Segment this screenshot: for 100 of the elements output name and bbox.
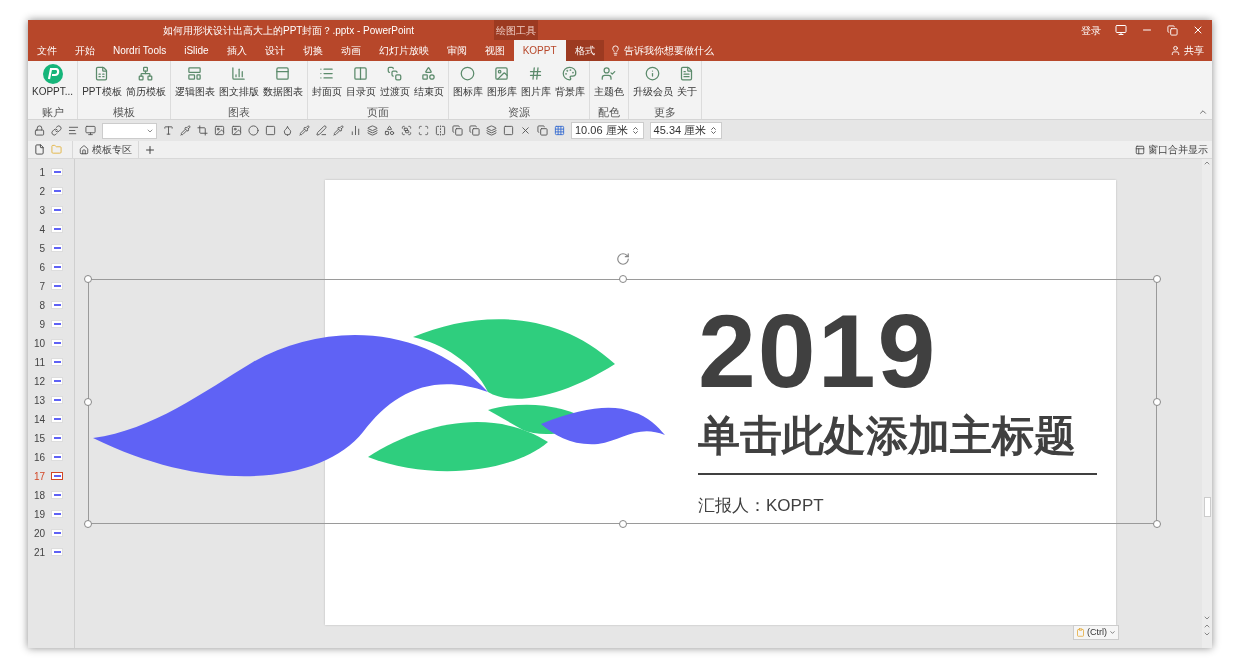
spinner-icon[interactable] <box>630 126 640 135</box>
toolbar-icon[interactable] <box>163 125 174 136</box>
ribbon-display-icon[interactable] <box>1115 24 1127 36</box>
toolbar-icon[interactable] <box>180 125 191 136</box>
ribbon-button[interactable]: 逻辑图表 <box>172 64 217 105</box>
slide-thumbnail-item[interactable]: 1 <box>28 165 74 179</box>
toolbar-icon[interactable] <box>85 125 96 136</box>
slide-thumbnail-item[interactable]: 21 <box>28 545 74 559</box>
scroll-up-icon[interactable] <box>1203 159 1211 167</box>
ribbon-tab[interactable]: iSlide <box>175 40 218 61</box>
share-button[interactable]: 共享 <box>1170 40 1204 61</box>
slide-thumbnail-item[interactable]: 8 <box>28 298 74 312</box>
previous-slide-icon[interactable] <box>1203 622 1211 630</box>
toolbar-icon[interactable] <box>435 125 446 136</box>
slide-thumbnail-item[interactable]: 13 <box>28 393 74 407</box>
ribbon-button[interactable]: 过渡页 <box>377 64 412 105</box>
slide-thumbnail-item[interactable]: 2 <box>28 184 74 198</box>
ribbon-tab[interactable]: 开始 <box>66 40 104 61</box>
ribbon-tab[interactable]: Nordri Tools <box>104 40 176 61</box>
ribbon-button[interactable]: 升级会员 <box>630 64 675 105</box>
slide-thumbnail-item[interactable]: 17 <box>28 469 74 483</box>
tell-me-field[interactable]: 告诉我你想要做什么 <box>609 40 714 61</box>
ribbon-button[interactable]: 背景库 <box>552 64 587 105</box>
slide-thumbnail-item[interactable]: 18 <box>28 488 74 502</box>
collapse-ribbon-icon[interactable] <box>1198 107 1208 117</box>
toolbar-icon[interactable] <box>299 125 310 136</box>
add-tab-icon[interactable] <box>144 143 156 156</box>
scroll-thumb[interactable] <box>1203 497 1211 517</box>
ribbon-button[interactable]: 数据图表 <box>260 64 305 105</box>
slide-thumbnail-item[interactable]: 7 <box>28 279 74 293</box>
slide-thumbnail-item[interactable]: 19 <box>28 507 74 521</box>
ribbon-button[interactable]: 简历模板 <box>123 64 168 105</box>
toolbar-icon[interactable] <box>231 125 242 136</box>
ribbon-button[interactable]: PPT模板 <box>80 64 124 105</box>
restore-icon[interactable] <box>1167 24 1178 36</box>
ribbon-button[interactable]: 图标库 <box>450 64 485 105</box>
toolbar-icon[interactable] <box>197 125 208 136</box>
ribbon-tab[interactable]: 幻灯片放映 <box>369 40 438 61</box>
template-tab[interactable]: 模板专区 <box>72 140 139 159</box>
width-field[interactable]: 45.34 厘米 <box>649 122 723 139</box>
slide-thumbnail-item[interactable]: 5 <box>28 241 74 255</box>
resize-handle[interactable] <box>1153 275 1161 283</box>
slide-thumbnail-item[interactable]: 20 <box>28 526 74 540</box>
height-field[interactable]: 10.06 厘米 <box>571 122 644 139</box>
merge-windows-button[interactable]: 窗口合并显示 <box>1135 142 1208 157</box>
ribbon-button[interactable]: 关于 <box>674 64 699 105</box>
ribbon-button[interactable]: 结束页 <box>411 64 446 105</box>
rotate-handle-icon[interactable] <box>616 252 630 266</box>
resize-handle[interactable] <box>619 520 627 528</box>
toolbar-icon[interactable] <box>401 125 412 136</box>
toolbar-icon[interactable] <box>248 125 259 136</box>
ribbon-tab[interactable]: 插入 <box>217 40 256 61</box>
sign-in-link[interactable]: 登录 <box>1081 22 1101 38</box>
ribbon-button[interactable]: 图形库 <box>484 64 519 105</box>
paste-options-button[interactable]: (Ctrl) <box>1073 625 1119 640</box>
toolbar-icon[interactable] <box>367 125 378 136</box>
toolbar-icon[interactable] <box>34 125 45 136</box>
toolbar-icon[interactable] <box>520 125 531 136</box>
scroll-down-icon[interactable] <box>1203 614 1211 622</box>
toolbar-icon[interactable] <box>68 125 79 136</box>
ribbon-tab[interactable]: 动画 <box>331 40 370 61</box>
resize-handle[interactable] <box>84 520 92 528</box>
ribbon-tab[interactable]: 文件 <box>28 40 66 61</box>
ribbon-button[interactable]: KOPPT... <box>30 64 76 105</box>
ribbon-tab[interactable]: 设计 <box>255 40 294 61</box>
resize-handle[interactable] <box>1153 520 1161 528</box>
ribbon-tab[interactable]: 格式 <box>565 40 604 61</box>
resize-handle[interactable] <box>619 275 627 283</box>
slide-thumbnail-item[interactable]: 11 <box>28 355 74 369</box>
ribbon-button[interactable]: 封面页 <box>309 64 344 105</box>
slide-thumbnail-item[interactable]: 9 <box>28 317 74 331</box>
toolbar-icon[interactable] <box>418 125 429 136</box>
ribbon-tab[interactable]: 切换 <box>293 40 332 61</box>
next-slide-icon[interactable] <box>1203 630 1211 638</box>
toolbar-icon[interactable] <box>282 125 293 136</box>
ribbon-tab[interactable]: 审阅 <box>437 40 476 61</box>
toolbar-icon[interactable] <box>503 125 514 136</box>
new-file-icon[interactable] <box>34 144 45 155</box>
toolbar-icon[interactable] <box>469 125 480 136</box>
slide-thumbnail-item[interactable]: 6 <box>28 260 74 274</box>
ribbon-button[interactable]: 图文排版 <box>216 64 261 105</box>
resize-handle[interactable] <box>1153 398 1161 406</box>
ribbon-button[interactable]: 目录页 <box>343 64 378 105</box>
toolbar-icon[interactable] <box>333 125 344 136</box>
toolbar-icon[interactable] <box>452 125 463 136</box>
slide-thumbnail-item[interactable]: 12 <box>28 374 74 388</box>
ribbon-button[interactable]: 图片库 <box>518 64 553 105</box>
ribbon-tab[interactable]: KOPPT <box>513 40 566 61</box>
toolbar-icon[interactable] <box>537 125 548 136</box>
ribbon-tab[interactable]: 视图 <box>475 40 514 61</box>
slide-thumbnail-item[interactable]: 14 <box>28 412 74 426</box>
resize-handle[interactable] <box>84 398 92 406</box>
close-icon[interactable] <box>1192 24 1204 36</box>
vertical-scrollbar[interactable] <box>1202 159 1212 648</box>
slide-thumbnail-item[interactable]: 4 <box>28 222 74 236</box>
ribbon-button[interactable]: 主题色 <box>591 64 626 105</box>
slide-thumbnail-item[interactable]: 15 <box>28 431 74 445</box>
toolbar-icon[interactable] <box>214 125 225 136</box>
toolbar-icon[interactable] <box>486 125 497 136</box>
slide-thumbnail-item[interactable]: 10 <box>28 336 74 350</box>
